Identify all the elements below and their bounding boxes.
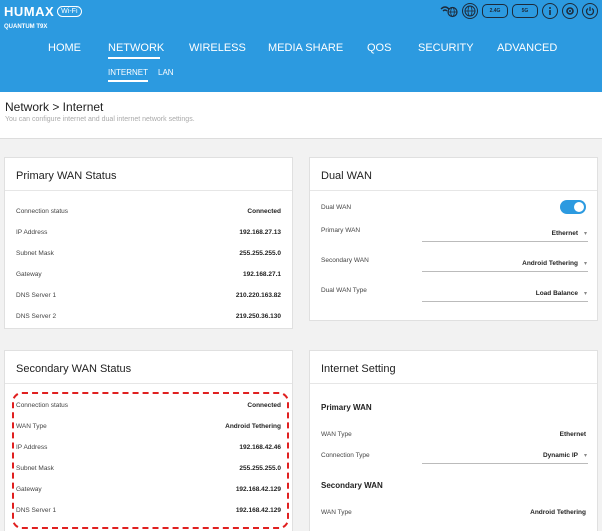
row-label: WAN Type (321, 509, 352, 516)
dual-wan-toggle-row: Dual WAN (321, 204, 586, 214)
chevron-down-icon: ▾ (583, 291, 587, 297)
card-title: Primary WAN Status (16, 170, 117, 182)
gear-icon[interactable] (562, 3, 578, 19)
highlight-annotation (12, 392, 289, 529)
row-value: 219.250.36.130 (235, 313, 281, 320)
card-title: Secondary WAN Status (16, 363, 132, 375)
divider (5, 190, 292, 191)
chevron-down-icon: ▾ (583, 453, 587, 459)
card-title: Dual WAN (321, 170, 372, 182)
select-value: Dynamic IP (542, 452, 578, 459)
page-title: Network > Internet (5, 100, 104, 114)
row-label: Gateway (16, 271, 42, 278)
wan-type-row: WAN Type Android Tethering (321, 509, 586, 519)
model-name: QUANTUM T9X (4, 24, 48, 30)
top-icon-bar: 2.4G 5G (440, 3, 598, 19)
row-value: 210.220.163.82 (235, 292, 281, 299)
dual-wan-toggle[interactable] (560, 200, 586, 214)
nav-qos[interactable]: QOS (367, 42, 391, 54)
status-row: Connection status Connected (16, 208, 281, 218)
chevron-down-icon: ▾ (583, 261, 587, 267)
divider (310, 383, 597, 384)
row-label: DNS Server 1 (16, 292, 57, 299)
secondary-wan-select[interactable]: Android Tethering ▾ (422, 260, 588, 272)
row-label: Secondary WAN (321, 257, 369, 264)
row-value: 192.168.27.13 (239, 229, 281, 236)
nav-active-indicator (108, 57, 160, 59)
toggle-knob (574, 202, 584, 212)
subnav-lan[interactable]: LAN (158, 68, 174, 77)
primary-wan-select[interactable]: Ethernet ▾ (422, 230, 588, 242)
status-row: DNS Server 2 219.250.36.130 (16, 313, 281, 323)
row-label: WAN Type (321, 431, 352, 438)
nav-network[interactable]: NETWORK (108, 42, 164, 54)
brand-name: HUMAX (4, 4, 55, 19)
dual-wan-type-select[interactable]: Load Balance ▾ (422, 290, 588, 302)
primary-wan-status-card: Primary WAN Status Connection status Conn… (4, 157, 293, 329)
band-5g-icon[interactable]: 5G (512, 4, 538, 18)
row-value: Android Tethering (530, 509, 586, 516)
row-label: Subnet Mask (16, 250, 54, 257)
band-24g-icon[interactable]: 2.4G (482, 4, 508, 18)
nav-media-share[interactable]: MEDIA SHARE (268, 42, 343, 54)
divider (310, 190, 597, 191)
row-label: Primary WAN (321, 227, 361, 234)
subnav-internet[interactable]: INTERNET (108, 68, 148, 77)
card-title: Internet Setting (321, 363, 396, 375)
info-icon[interactable] (542, 3, 558, 19)
globe-icon[interactable] (462, 3, 478, 19)
row-value: Ethernet (559, 431, 586, 438)
row-value: 255.255.255.0 (239, 250, 281, 257)
page-header: Network > Internet You can configure int… (0, 92, 602, 139)
row-value: Connected (247, 208, 281, 215)
nav-home[interactable]: HOME (48, 42, 81, 54)
status-row: Subnet Mask 255.255.255.0 (16, 250, 281, 260)
select-value: Ethernet (551, 230, 578, 237)
chevron-down-icon: ▾ (583, 231, 587, 237)
divider (5, 383, 292, 384)
status-row: Gateway 192.168.27.1 (16, 271, 281, 281)
nav-wireless[interactable]: WIRELESS (189, 42, 246, 54)
main-nav: HOME NETWORK WIRELESS MEDIA SHARE QOS SE… (0, 42, 602, 59)
row-label: DNS Server 2 (16, 313, 57, 320)
wan-type-row: WAN Type Ethernet (321, 431, 586, 441)
select-value: Load Balance (535, 290, 578, 297)
row-label: Connection Type (321, 452, 370, 459)
row-label: Dual WAN Type (321, 287, 367, 294)
nav-advanced[interactable]: ADVANCED (497, 42, 557, 54)
secondary-wan-heading: Secondary WAN (321, 481, 383, 490)
select-value: Android Tethering (522, 260, 578, 267)
internet-setting-card: Internet Setting Primary WAN WAN Type Eth… (309, 350, 598, 531)
dual-wan-card: Dual WAN Dual WAN Primary WAN Ethernet ▾ … (309, 157, 598, 321)
power-icon[interactable] (582, 3, 598, 19)
connection-type-select[interactable]: Dynamic IP ▾ (422, 452, 588, 464)
row-label: IP Address (16, 229, 48, 236)
row-label: Connection status (16, 208, 69, 215)
top-header: HUMAX Wi-Fi QUANTUM T9X 2.4G 5G HOME NET… (0, 0, 602, 92)
wifi-badge: Wi-Fi (57, 6, 82, 17)
primary-wan-heading: Primary WAN (321, 403, 372, 412)
nav-security[interactable]: SECURITY (418, 42, 474, 54)
wifi-globe-icon[interactable] (440, 3, 458, 19)
status-row: DNS Server 1 210.220.163.82 (16, 292, 281, 302)
page-subtitle: You can configure internet and dual inte… (5, 116, 195, 123)
humax-logo[interactable]: HUMAX Wi-Fi (4, 4, 82, 19)
row-value: 192.168.27.1 (243, 271, 281, 278)
status-row: IP Address 192.168.27.13 (16, 229, 281, 239)
row-label: Dual WAN (321, 204, 352, 211)
subnav-active-indicator (108, 80, 148, 82)
